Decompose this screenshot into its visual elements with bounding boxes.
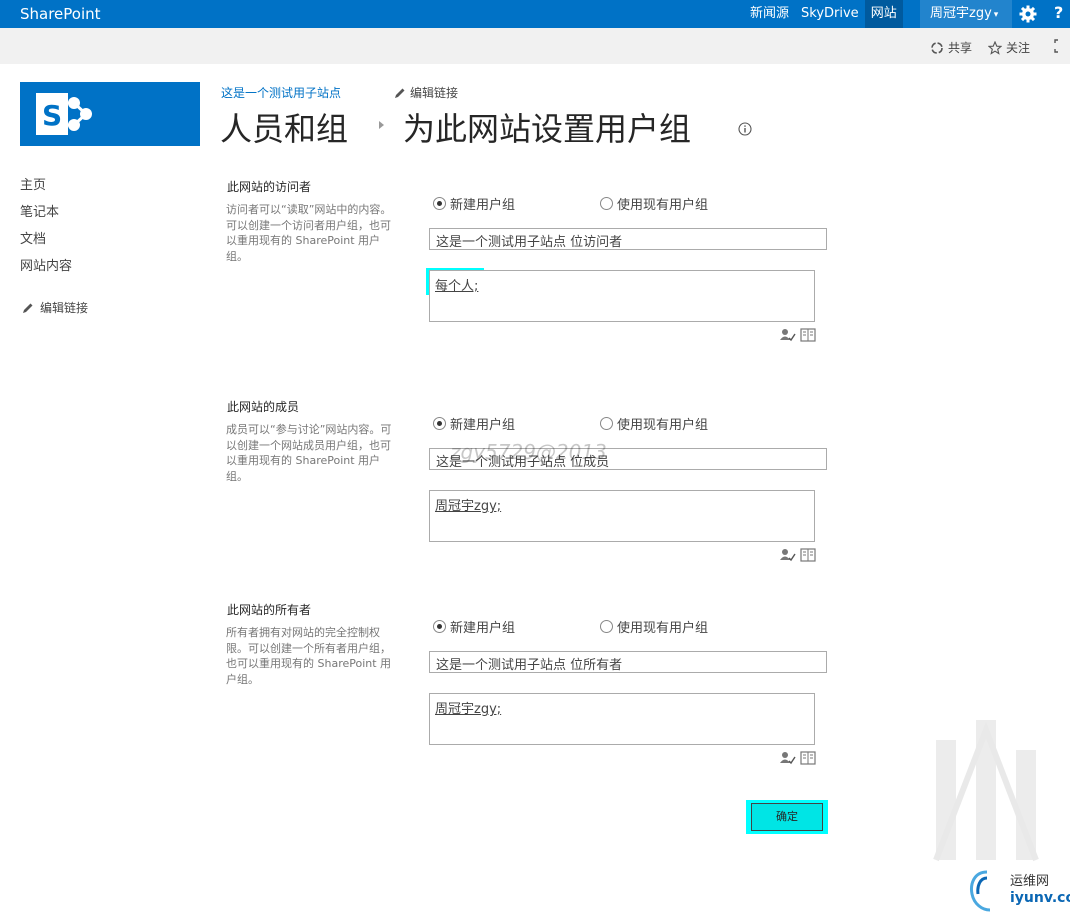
group-name-input[interactable]: 这是一个测试用子站点 位访问者: [429, 228, 827, 250]
section-description: 访问者可以“读取”网站中的内容。可以创建一个访问者用户组，也可以重用现有的 Sh…: [226, 203, 392, 263]
site-logo[interactable]: S: [20, 82, 200, 146]
group-name-input[interactable]: 这是一个测试用子站点 位所有者: [429, 651, 827, 673]
nav-item-site-contents[interactable]: 网站内容: [20, 259, 72, 286]
check-names-icon[interactable]: [780, 751, 796, 765]
radio-button-checked[interactable]: [433, 197, 446, 210]
section-title: 此网站的所有者: [227, 603, 312, 617]
user-name: 周冠宇zgy: [930, 6, 992, 21]
radio-button[interactable]: [600, 620, 613, 633]
nav-item-documents[interactable]: 文档: [20, 232, 72, 259]
page-title: 为此网站设置用户组: [403, 110, 692, 148]
top-nav-newsfeed[interactable]: 新闻源: [744, 0, 795, 28]
pencil-icon: [395, 88, 405, 98]
share-label: 共享: [948, 41, 973, 55]
share-icon: [931, 41, 943, 54]
follow-button[interactable]: 关注: [988, 39, 1030, 56]
nav-item-home[interactable]: 主页: [20, 178, 72, 205]
top-nav-skydrive[interactable]: SkyDrive: [795, 0, 865, 28]
people-picker[interactable]: 周冠宇zgy;: [429, 490, 815, 542]
edit-links-header[interactable]: 编辑链接: [394, 84, 458, 101]
edit-links-label: 编辑链接: [410, 86, 459, 100]
top-nav-sites[interactable]: 网站: [864, 0, 903, 28]
quick-launch: 主页 笔记本 文档 网站内容: [20, 178, 72, 286]
share-button[interactable]: 共享: [930, 39, 972, 56]
radio-label: 新建用户组: [450, 198, 516, 213]
top-nav: 新闻源 SkyDrive 网站: [744, 0, 903, 28]
radio-label: 使用现有用户组: [617, 418, 709, 433]
site-link[interactable]: 这是一个测试用子站点: [221, 84, 341, 101]
picker-icons: [780, 751, 816, 765]
section-title: 此网站的访问者: [227, 180, 312, 194]
section-description: 所有者拥有对网站的完全控制权限。可以创建一个所有者用户组，也可以重用现有的 Sh…: [226, 626, 392, 686]
people-picker[interactable]: 周冠宇zgy;: [429, 693, 815, 745]
watermark-brand-cn: 运维网: [1010, 874, 1050, 889]
pencil-icon: [23, 303, 33, 313]
user-menu[interactable]: 周冠宇zgy ▾: [920, 0, 1012, 28]
watermark-brand-text: 运维网 iyunv.com: [1010, 874, 1070, 906]
radio-label: 新建用户组: [450, 418, 516, 433]
radio-new-group[interactable]: 新建用户组: [433, 414, 515, 433]
chevron-down-icon: ▾: [993, 10, 999, 20]
picker-icons: [780, 548, 816, 562]
people-picker[interactable]: 每个人;: [429, 270, 815, 322]
help-icon[interactable]: ?: [1054, 3, 1063, 22]
watermark-brand-en: iyunv.com: [1010, 890, 1070, 906]
address-book-icon[interactable]: [800, 751, 816, 765]
people-entry[interactable]: 周冠宇zgy;: [435, 698, 501, 717]
watermark-text: zgy5729@2013: [450, 440, 607, 464]
edit-links-nav[interactable]: 编辑链接: [22, 299, 88, 316]
breadcrumb-arrow-icon: [379, 121, 384, 129]
star-icon: [988, 40, 1002, 55]
watermark-brand: 运维网 iyunv.com: [968, 868, 1070, 912]
radio-label: 新建用户组: [450, 621, 516, 636]
radio-label: 使用现有用户组: [617, 621, 709, 636]
brand-logo-icon: [970, 870, 991, 912]
radio-button[interactable]: [600, 197, 613, 210]
edit-links-nav-label: 编辑链接: [40, 301, 89, 315]
radio-button-checked[interactable]: [433, 417, 446, 430]
section-description: 成员可以“参与讨论”网站内容。可以创建一个网站成员用户组，也可以重用现有的 Sh…: [226, 423, 392, 483]
radio-label: 使用现有用户组: [617, 198, 709, 213]
radio-existing-group[interactable]: 使用现有用户组: [600, 194, 708, 213]
command-bar: 共享 关注: [0, 28, 1070, 64]
radio-button[interactable]: [600, 417, 613, 430]
radio-existing-group[interactable]: 使用现有用户组: [600, 617, 708, 636]
section-title: 此网站的成员: [227, 400, 300, 414]
people-entry[interactable]: 每个人;: [435, 275, 478, 294]
radio-existing-group[interactable]: 使用现有用户组: [600, 414, 708, 433]
watermark-graphic-icon: [933, 720, 1039, 862]
info-icon[interactable]: [738, 122, 752, 136]
nav-item-notebook[interactable]: 笔记本: [20, 205, 72, 232]
radio-button-checked[interactable]: [433, 620, 446, 633]
suite-bar: SharePoint 新闻源 SkyDrive 网站 周冠宇zgy ▾ ?: [0, 0, 1070, 28]
gear-icon[interactable]: [1018, 4, 1038, 24]
breadcrumb-parent[interactable]: 人员和组: [220, 104, 348, 150]
check-names-icon[interactable]: [780, 548, 796, 562]
picker-icons: [780, 328, 816, 342]
check-names-icon[interactable]: [780, 328, 796, 342]
radio-new-group[interactable]: 新建用户组: [433, 194, 515, 213]
address-book-icon[interactable]: [800, 328, 816, 342]
sharepoint-logo-icon: S: [36, 93, 92, 135]
radio-new-group[interactable]: 新建用户组: [433, 617, 515, 636]
ok-button[interactable]: 确定: [751, 803, 823, 831]
people-entry[interactable]: 周冠宇zgy;: [435, 495, 501, 514]
focus-content-icon[interactable]: [1054, 39, 1068, 53]
address-book-icon[interactable]: [800, 548, 816, 562]
follow-label: 关注: [1006, 41, 1031, 55]
svg-text:S: S: [42, 99, 62, 132]
brand-sharepoint[interactable]: SharePoint: [20, 5, 101, 23]
